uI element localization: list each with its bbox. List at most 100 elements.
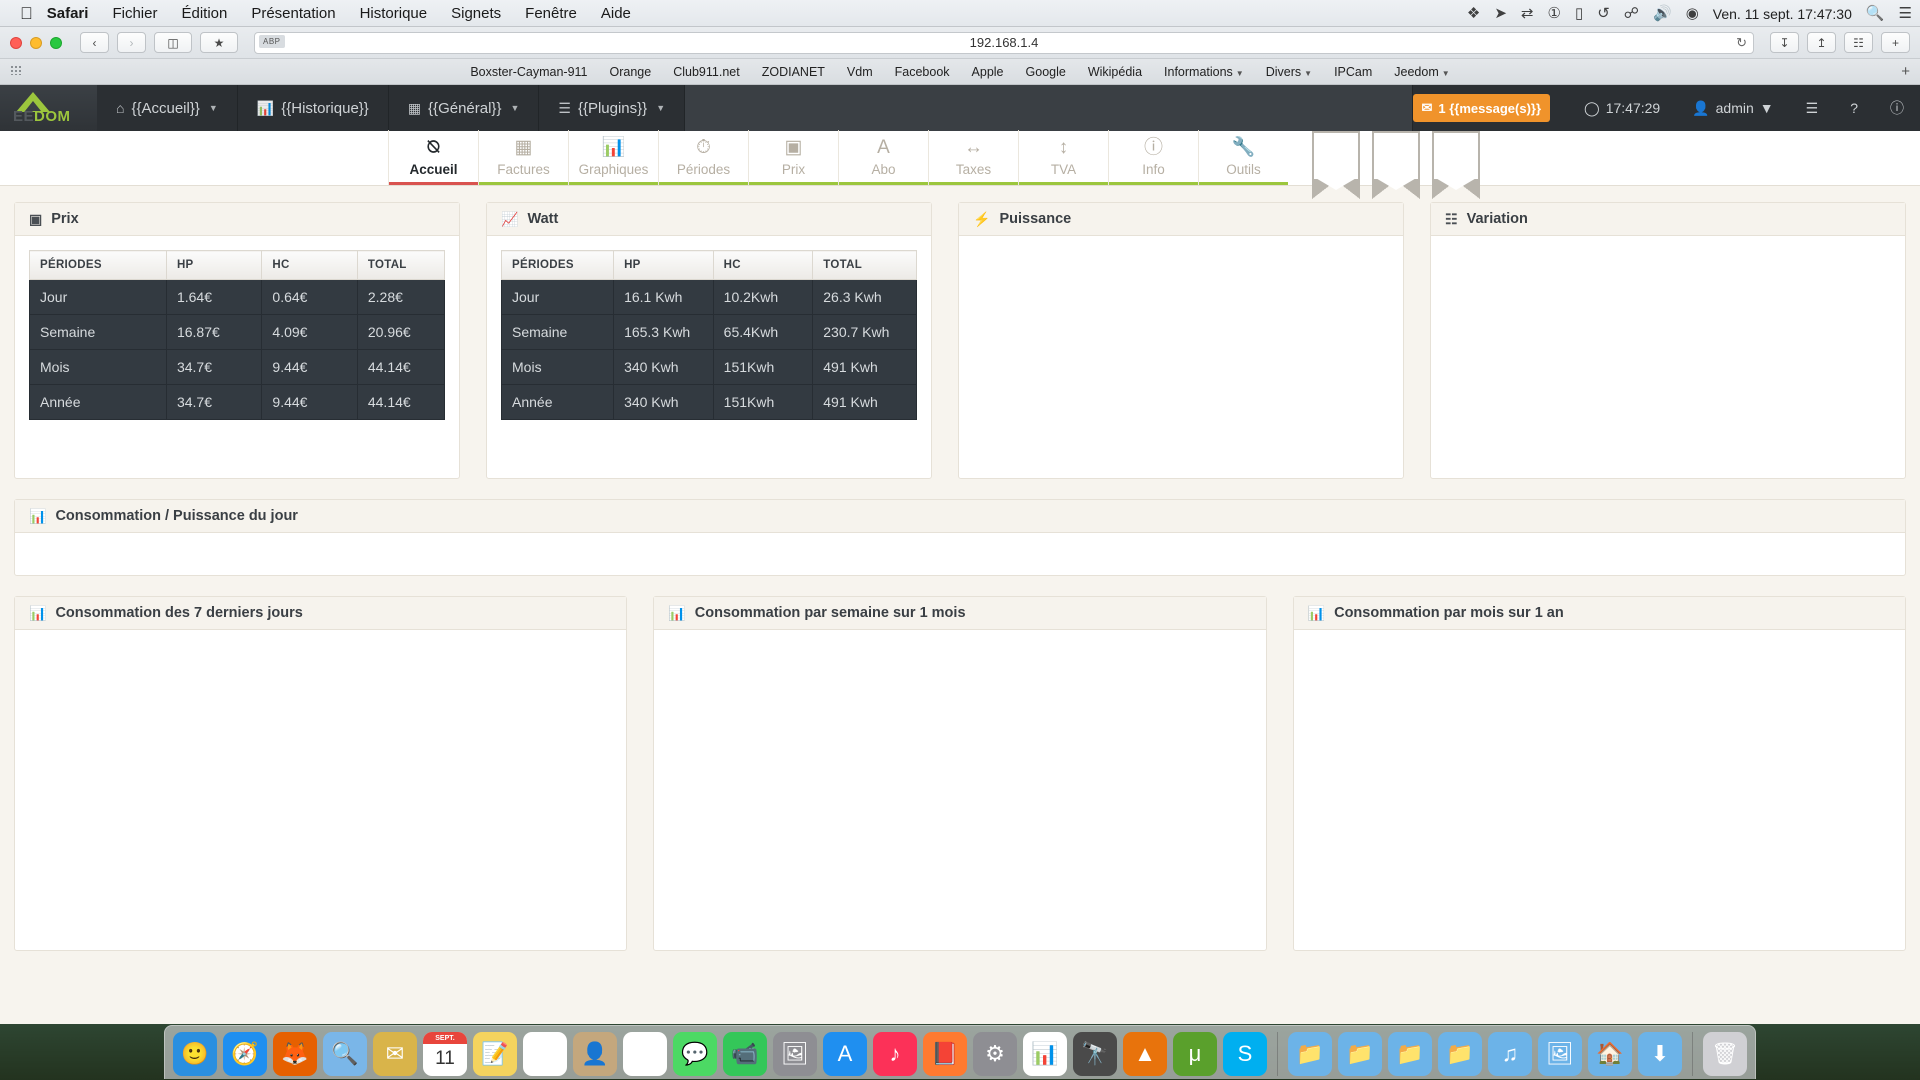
tabs-icon[interactable]: ☷	[1844, 32, 1873, 53]
utorrent-icon[interactable]: μ	[1173, 1032, 1217, 1076]
forward-button[interactable]: ›	[117, 32, 146, 53]
airplay-icon[interactable]: ▯	[1575, 6, 1583, 21]
safari-icon[interactable]: 🧭	[223, 1032, 267, 1076]
address-bar[interactable]: ABP 192.168.1.4 ↻	[254, 31, 1754, 54]
one-password-icon[interactable]: ①	[1548, 6, 1561, 21]
tab-taxes[interactable]: ↔ Taxes	[928, 130, 1018, 185]
ibooks-icon[interactable]: 📕	[923, 1032, 967, 1076]
wifi-icon[interactable]: ◉	[1686, 6, 1699, 21]
close-window-button[interactable]	[10, 36, 22, 49]
menubar-item-edition[interactable]: Édition	[181, 5, 227, 22]
bookmark-orange[interactable]: Orange	[610, 65, 652, 79]
jeedom-logo[interactable]: EEDOM	[0, 85, 97, 131]
music-folder-icon[interactable]: ♫	[1488, 1032, 1532, 1076]
menubar-item-fichier[interactable]: Fichier	[112, 5, 157, 22]
help-icon[interactable]: ?	[1834, 100, 1874, 116]
nav-item-accueil[interactable]: ⌂ {{Accueil}} ▼	[97, 85, 238, 131]
tab-accueil[interactable]: ⍉ Accueil	[388, 130, 478, 185]
menubar-item-historique[interactable]: Historique	[360, 5, 428, 22]
messages-icon[interactable]: 💬	[673, 1032, 717, 1076]
calendar-icon[interactable]: SEPT. 11	[423, 1032, 467, 1076]
dropbox-icon[interactable]: ❖	[1467, 6, 1480, 21]
home-folder-icon[interactable]: 🏠	[1588, 1032, 1632, 1076]
control-center-icon[interactable]: ☰	[1899, 6, 1912, 21]
telescope-icon[interactable]: 🔭	[1073, 1032, 1117, 1076]
finder-icon[interactable]: 🙂	[173, 1032, 217, 1076]
tab-abo[interactable]: A Abo	[838, 130, 928, 185]
activity-icon[interactable]: 📊	[1023, 1032, 1067, 1076]
minimize-window-button[interactable]	[30, 36, 42, 49]
bookmark-informations[interactable]: Informations ▼	[1164, 65, 1244, 79]
folder-icon[interactable]: 📁	[1338, 1032, 1382, 1076]
back-button[interactable]: ‹	[80, 32, 109, 53]
user-menu[interactable]: 👤 admin ▼	[1676, 100, 1789, 117]
bookmark-divers[interactable]: Divers ▼	[1266, 65, 1312, 79]
tab-periodes[interactable]: ⏱ Périodes	[658, 130, 748, 185]
menubar-clock[interactable]: Ven. 11 sept. 17:47:30	[1713, 6, 1852, 22]
skype-icon[interactable]: S	[1223, 1032, 1267, 1076]
bookmark-zodianet[interactable]: ZODIANET	[762, 65, 825, 79]
sidebar-icon[interactable]: ◫	[154, 32, 192, 53]
facetime-icon[interactable]: 📹	[723, 1032, 767, 1076]
info-icon[interactable]: ⓘ	[1874, 98, 1920, 118]
bluetooth-icon[interactable]: ☍	[1624, 6, 1639, 21]
volume-icon[interactable]: 🔊	[1653, 6, 1672, 21]
nav-item-general[interactable]: ▦ {{Général}} ▼	[389, 85, 540, 131]
tab-graphiques[interactable]: 📊 Graphiques	[568, 130, 658, 185]
menubar-item-safari[interactable]: Safari	[47, 5, 89, 22]
appstore-icon[interactable]: A	[823, 1032, 867, 1076]
menubar-item-fenetre[interactable]: Fenêtre	[525, 5, 577, 22]
bookmark-boxster[interactable]: Boxster-Cayman-911	[470, 65, 587, 79]
download-icon[interactable]: ↧	[1770, 32, 1799, 53]
bookmarks-grip-icon[interactable]	[10, 65, 22, 75]
bookmark-club911[interactable]: Club911.net	[673, 65, 740, 79]
tab-prix[interactable]: ▣ Prix	[748, 130, 838, 185]
contacts-icon[interactable]: 👤	[573, 1032, 617, 1076]
share-icon[interactable]: ↥	[1807, 32, 1836, 53]
vlc-icon[interactable]: ▲	[1123, 1032, 1167, 1076]
apple-icon[interactable]: 	[20, 5, 33, 22]
downloads-folder-icon[interactable]: ⬇	[1638, 1032, 1682, 1076]
numbers-icon[interactable]: ▦	[523, 1032, 567, 1076]
bookmark-icon[interactable]	[1312, 131, 1360, 199]
sitemap-icon[interactable]: ☰	[1790, 100, 1835, 117]
itunes-icon[interactable]: ♪	[873, 1032, 917, 1076]
menubar-item-presentation[interactable]: Présentation	[251, 5, 335, 22]
tab-factures[interactable]: ▦ Factures	[478, 130, 568, 185]
bookmark-vdm[interactable]: Vdm	[847, 65, 873, 79]
adblock-badge[interactable]: ABP	[259, 34, 285, 48]
menubar-item-aide[interactable]: Aide	[601, 5, 631, 22]
bookmark-jeedom[interactable]: Jeedom ▼	[1394, 65, 1449, 79]
bookmark-facebook[interactable]: Facebook	[895, 65, 950, 79]
tab-info[interactable]: ⓘ Info	[1108, 130, 1198, 185]
menubar-item-signets[interactable]: Signets	[451, 5, 501, 22]
tab-tva[interactable]: ↕ TVA	[1018, 130, 1108, 185]
firefox-icon[interactable]: 🦊	[273, 1032, 317, 1076]
preview-icon[interactable]: 🔍	[323, 1032, 367, 1076]
message-badge[interactable]: ✉ 1 {{message(s)}}	[1412, 94, 1551, 122]
nav-item-plugins[interactable]: ☰ {{Plugins}} ▼	[539, 85, 686, 131]
bookmark-apple[interactable]: Apple	[972, 65, 1004, 79]
screenshot-icon[interactable]: 🖼	[773, 1032, 817, 1076]
nav-item-historique[interactable]: 📊 {{Historique}}	[238, 85, 389, 131]
search-icon[interactable]: 🔍	[1866, 6, 1885, 21]
star-icon[interactable]: ★	[200, 32, 238, 53]
bookmark-google[interactable]: Google	[1026, 65, 1066, 79]
bookmark-icon[interactable]	[1372, 131, 1420, 199]
maximize-window-button[interactable]	[50, 36, 62, 49]
trash-icon[interactable]: 🗑	[1703, 1032, 1747, 1076]
pictures-folder-icon[interactable]: 🖼	[1538, 1032, 1582, 1076]
bookmark-icon[interactable]	[1432, 131, 1480, 199]
photos-icon[interactable]: ✿	[623, 1032, 667, 1076]
bookmark-ipcam[interactable]: IPCam	[1334, 65, 1372, 79]
mail-icon[interactable]: ✉	[373, 1032, 417, 1076]
tab-outils[interactable]: 🔧 Outils	[1198, 130, 1288, 185]
add-bookmark-icon[interactable]: +	[1901, 63, 1910, 80]
settings-icon[interactable]: ⚙	[973, 1032, 1017, 1076]
bookmark-wikipedia[interactable]: Wikipédia	[1088, 65, 1142, 79]
folder-icon[interactable]: 📁	[1388, 1032, 1432, 1076]
chevron-right-icon[interactable]: ➤	[1494, 6, 1507, 21]
folder-icon[interactable]: 📁	[1288, 1032, 1332, 1076]
folder-icon[interactable]: 📁	[1438, 1032, 1482, 1076]
notes-icon[interactable]: 📝	[473, 1032, 517, 1076]
